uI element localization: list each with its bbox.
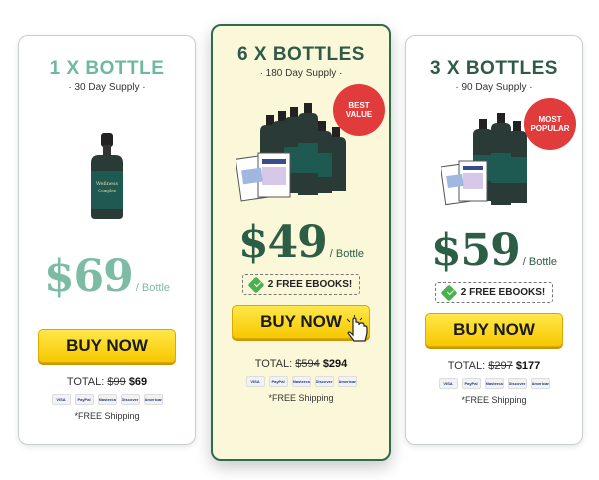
paypal-icon: PayPal (74, 394, 94, 405)
product-image: MOST POPULAR (419, 93, 573, 223)
ebook-icon (441, 160, 488, 206)
discover-icon: Discover (507, 378, 527, 389)
bottle-icon: Wellness Complex (91, 133, 123, 219)
free-ebooks-tag: 2 FREE EBOOKS! (435, 282, 553, 303)
package-card-3-bottles: 3 X BOTTLES · 90 Day Supply · MOST POPUL… (405, 35, 583, 445)
total-line: TOTAL: $99 $69 (19, 376, 195, 388)
cursor-hand-icon (346, 315, 368, 342)
visa-icon: VISA (51, 394, 71, 405)
discover-icon: Discover (314, 376, 334, 387)
paypal-icon: PayPal (461, 378, 481, 389)
package-quantity: 3 X BOTTLES (430, 58, 558, 79)
total-original-price: $594 (295, 358, 320, 370)
buy-now-button[interactable]: BUY NOW (425, 313, 563, 347)
shipping-note: *FREE Shipping (268, 393, 334, 403)
payment-methods: VISA PayPal Mastercard Discover American… (406, 378, 582, 389)
price: $59 (430, 225, 521, 276)
mastercard-icon: Mastercard (291, 376, 311, 387)
svg-text:Wellness: Wellness (96, 181, 119, 187)
per-bottle-label: / Bottle (522, 256, 558, 268)
best-value-badge: BEST VALUE (336, 87, 382, 133)
price-row: $69 / Bottle (19, 255, 195, 299)
shipping-note: *FREE Shipping (461, 395, 527, 405)
svg-text:Complex: Complex (98, 188, 116, 193)
total-price: $69 (128, 376, 148, 388)
visa-icon: VISA (245, 376, 265, 387)
price: $49 (237, 217, 328, 268)
free-ebooks-tag: 2 FREE EBOOKS! (242, 274, 360, 295)
payment-methods: VISA PayPal Mastercard Discover American… (213, 376, 389, 387)
product-image: BEST VALUE (226, 79, 382, 209)
package-quantity: 1 X BOTTLE (49, 58, 165, 79)
payment-methods: VISA PayPal Mastercard Discover American… (19, 394, 195, 405)
package-supply: · 30 Day Supply · (68, 82, 146, 93)
per-bottle-label: / Bottle (329, 248, 365, 260)
buy-now-button[interactable]: BUY NOW (38, 329, 176, 363)
product-image: Wellness Complex (77, 93, 137, 223)
paypal-icon: PayPal (268, 376, 288, 387)
total-line: TOTAL: $594 $294 (213, 358, 389, 370)
package-supply: · 90 Day Supply · (455, 82, 533, 93)
check-icon (440, 284, 458, 301)
package-supply: · 180 Day Supply · (259, 68, 343, 79)
package-quantity: 6 X BOTTLES (237, 44, 365, 65)
total-price: $294 (322, 358, 348, 370)
price-row: $59 / Bottle (406, 229, 582, 273)
most-popular-badge: MOST POPULAR (527, 101, 573, 147)
total-label: TOTAL: (447, 360, 486, 372)
price: $69 (43, 251, 134, 302)
per-bottle-label: / Bottle (135, 282, 171, 294)
visa-icon: VISA (438, 378, 458, 389)
package-card-1-bottle: 1 X BOTTLE · 30 Day Supply · Wellness Co… (18, 35, 196, 445)
discover-icon: Discover (120, 394, 140, 405)
amex-icon: American Express (530, 378, 550, 389)
check-icon (247, 276, 265, 293)
free-ebooks-label: 2 FREE EBOOKS! (267, 279, 353, 290)
package-card-6-bottles: 6 X BOTTLES · 180 Day Supply · BEST VALU… (211, 24, 391, 461)
price-row: $49 / Bottle (213, 221, 389, 265)
ebook-icon (236, 152, 291, 202)
amex-icon: American Express (337, 376, 357, 387)
mastercard-icon: Mastercard (97, 394, 117, 405)
total-price: $177 (515, 360, 541, 372)
amex-icon: American Express (143, 394, 163, 405)
shipping-note: *FREE Shipping (74, 411, 140, 421)
total-label: TOTAL: (66, 376, 105, 388)
total-original-price: $99 (107, 376, 126, 388)
free-ebooks-label: 2 FREE EBOOKS! (460, 287, 546, 298)
total-line: TOTAL: $297 $177 (406, 360, 582, 372)
total-original-price: $297 (488, 360, 513, 372)
mastercard-icon: Mastercard (484, 378, 504, 389)
total-label: TOTAL: (254, 358, 293, 370)
